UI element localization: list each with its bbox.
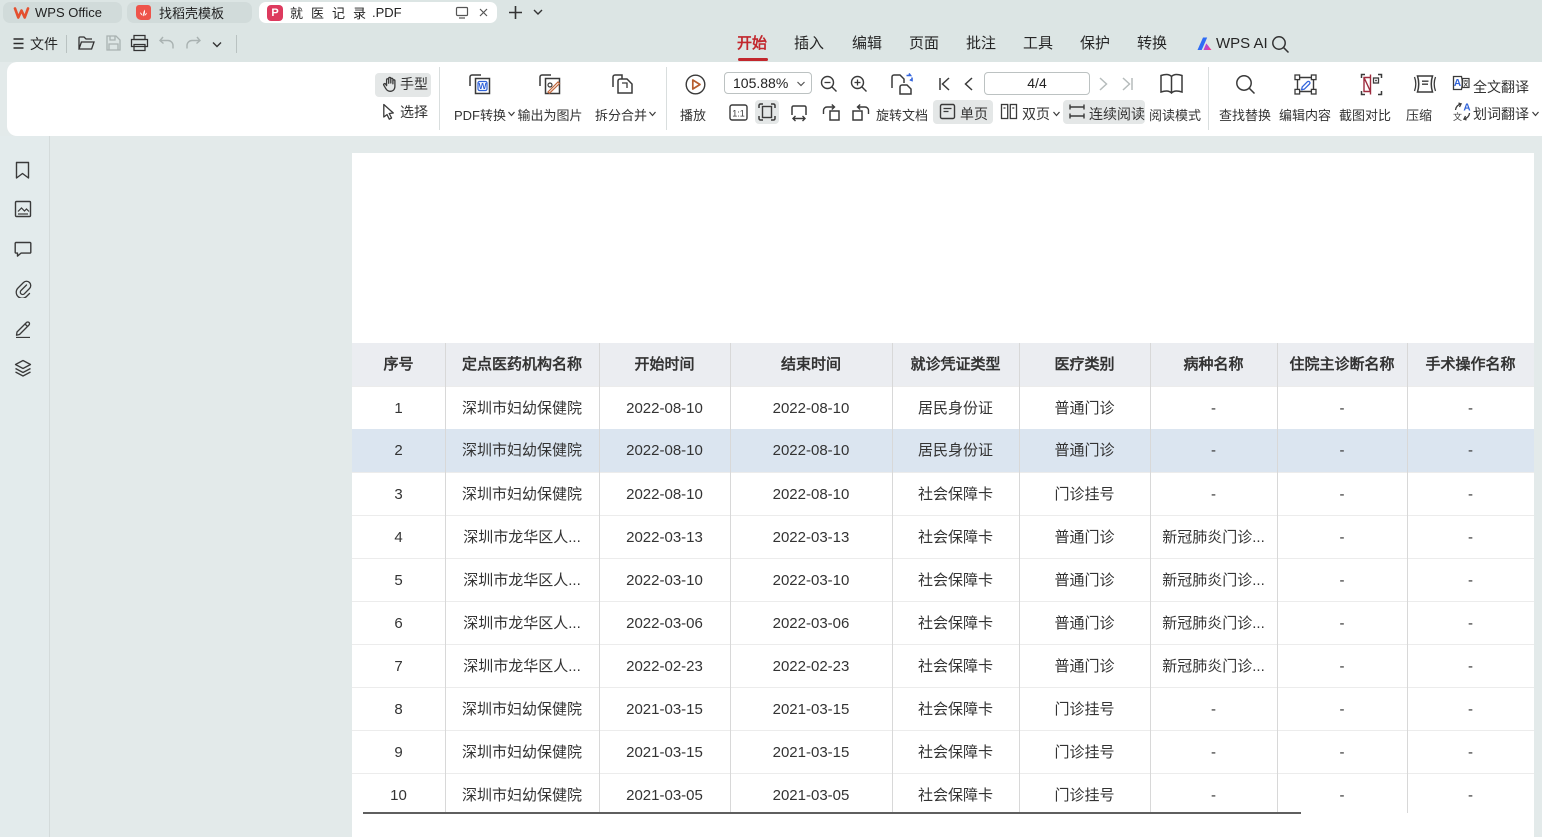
svg-text:1:1: 1:1 <box>732 109 745 119</box>
svg-text:W: W <box>478 81 487 91</box>
svg-text:A: A <box>1454 78 1461 89</box>
svg-text:A: A <box>1463 103 1470 114</box>
svg-text:文: 文 <box>1453 111 1462 121</box>
